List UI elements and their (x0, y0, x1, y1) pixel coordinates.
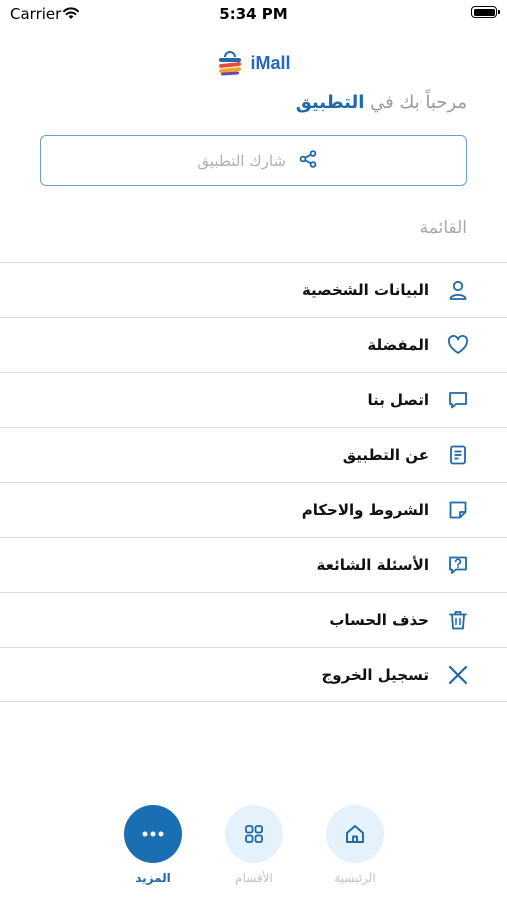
menu-item-label: الشروط والاحكام (301, 501, 429, 519)
question-icon (447, 554, 469, 576)
app-logo: iMall (0, 48, 507, 78)
share-app-button[interactable]: شارك التطبيق (40, 135, 467, 186)
menu-item-label: البيانات الشخصية (301, 281, 429, 299)
tab-more-label: المزيد (135, 871, 171, 885)
menu-item-label: تسجيل الخروج (321, 665, 430, 684)
tab-categories-label: الأقسام (235, 871, 273, 885)
tab-more[interactable]: المزيد (108, 805, 198, 885)
menu-item-label: المفضلة (367, 336, 429, 354)
menu-item-label: الأسئلة الشائعة (316, 556, 430, 574)
note-icon (447, 499, 469, 521)
menu-item-delete-account[interactable]: حذف الحساب (0, 592, 507, 647)
tab-more-circle (124, 805, 182, 863)
home-icon (346, 825, 364, 843)
tab-home-circle (326, 805, 384, 863)
tab-categories-circle (225, 805, 283, 863)
document-icon (447, 444, 469, 466)
menu-item-logout[interactable]: تسجيل الخروج (0, 647, 507, 702)
menu-item-faq[interactable]: الأسئلة الشائعة (0, 537, 507, 592)
trash-icon (447, 609, 469, 631)
status-bar: Carrier 5:34 PM (0, 0, 507, 28)
logo-bag-icon (219, 51, 242, 76)
tab-home-label: الرئيسية (334, 871, 376, 885)
user-icon (447, 279, 469, 301)
menu-item-terms[interactable]: الشروط والاحكام (0, 482, 507, 537)
welcome-prefix: مرحباً بك في (364, 92, 467, 113)
menu-item-label: عن التطبيق (342, 446, 429, 464)
menu-item-personal-data[interactable]: البيانات الشخصية (0, 262, 507, 317)
welcome-text: مرحباً بك في التطبيق (296, 92, 467, 113)
menu-list: البيانات الشخصية المفضلة اتصل بنا عن الت… (0, 262, 507, 702)
menu-item-label: اتصل بنا (367, 391, 429, 409)
share-icon (298, 149, 318, 173)
menu-title: القائمة (419, 218, 467, 238)
clock: 5:34 PM (219, 5, 288, 23)
chat-icon (447, 389, 469, 411)
welcome-app-word: التطبيق (295, 92, 365, 113)
more-icon (142, 831, 164, 837)
tab-home[interactable]: الرئيسية (310, 805, 400, 885)
bottom-tab-bar: المزيد الأقسام الرئيسية (0, 805, 507, 900)
menu-item-label: حذف الحساب (329, 611, 429, 629)
grid-icon (245, 825, 263, 843)
logo-text: iMall (250, 52, 291, 73)
menu-item-contact-us[interactable]: اتصل بنا (0, 372, 507, 427)
close-icon (447, 664, 469, 686)
heart-icon (447, 334, 469, 356)
battery-icon (471, 6, 500, 18)
share-app-label: شارك التطبيق (197, 151, 286, 170)
menu-item-about-app[interactable]: عن التطبيق (0, 427, 507, 482)
tab-categories[interactable]: الأقسام (209, 805, 299, 885)
menu-item-favorites[interactable]: المفضلة (0, 317, 507, 372)
